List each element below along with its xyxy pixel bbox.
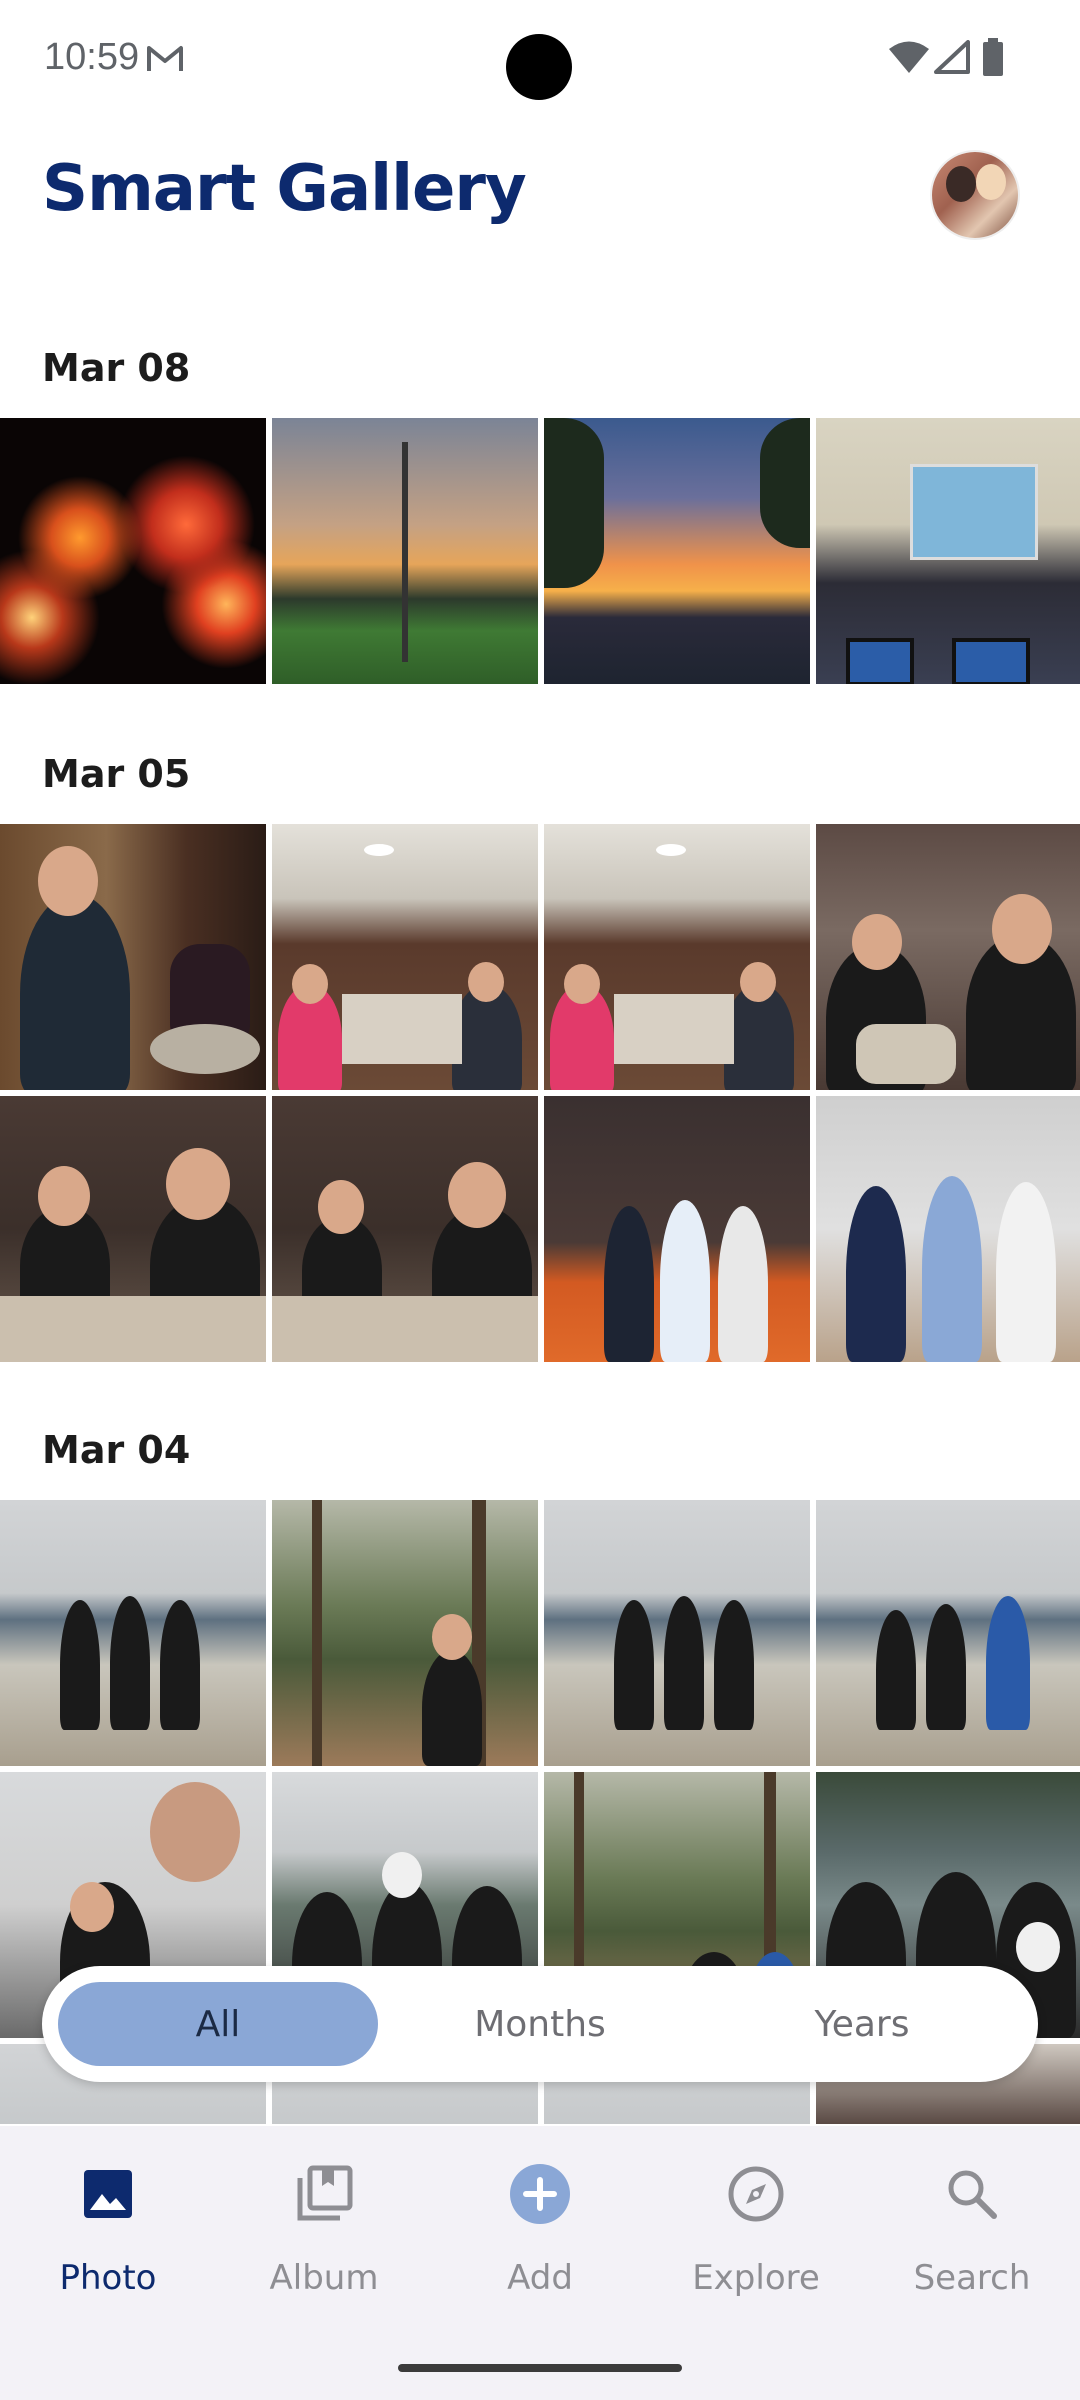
photo-thumbnail[interactable] xyxy=(816,1096,1080,1362)
photo-thumbnail[interactable] xyxy=(0,418,266,684)
nav-item-album[interactable]: Album xyxy=(216,2152,432,2302)
photo-thumbnail[interactable] xyxy=(544,824,810,1090)
status-bar: 10:59 xyxy=(0,0,1080,120)
wifi-icon xyxy=(889,41,929,73)
photo-thumbnail[interactable] xyxy=(816,418,1080,684)
filter-years-button[interactable]: Years xyxy=(702,1982,1022,2066)
photo-thumbnail[interactable] xyxy=(272,1096,538,1362)
nav-item-photo[interactable]: Photo xyxy=(0,2152,216,2302)
photo-thumbnail[interactable] xyxy=(272,824,538,1090)
battery-icon xyxy=(983,38,1003,76)
photo-icon xyxy=(84,2170,132,2218)
photo-thumbnail[interactable] xyxy=(0,824,266,1090)
nav-label: Search xyxy=(913,2258,1031,2298)
status-time: 10:59 xyxy=(44,36,140,78)
nav-label: Add xyxy=(507,2258,573,2298)
photo-thumbnail[interactable] xyxy=(544,418,810,684)
photo-thumbnail[interactable] xyxy=(0,1096,266,1362)
home-indicator[interactable] xyxy=(398,2364,682,2372)
photo-thumbnail[interactable] xyxy=(816,824,1080,1090)
nav-label: Explore xyxy=(692,2258,820,2298)
add-icon xyxy=(510,2164,570,2224)
nav-item-explore[interactable]: Explore xyxy=(648,2152,864,2302)
app-title: Smart Gallery xyxy=(42,152,527,226)
search-icon xyxy=(948,2170,997,2219)
photo-thumbnail[interactable] xyxy=(0,1500,266,1766)
view-filter-segmented-control: All Months Years xyxy=(42,1966,1038,2082)
filter-all-button[interactable]: All xyxy=(58,1982,378,2066)
profile-avatar[interactable] xyxy=(932,152,1018,238)
avatar-figure xyxy=(946,166,976,202)
photo-thumbnail[interactable] xyxy=(272,1500,538,1766)
nav-label: Album xyxy=(269,2258,379,2298)
date-header: Mar 04 xyxy=(42,1428,191,1472)
photo-thumbnail[interactable] xyxy=(272,418,538,684)
nav-item-search[interactable]: Search xyxy=(864,2152,1080,2302)
camera-cutout xyxy=(506,34,572,100)
compass-icon xyxy=(728,2166,784,2222)
date-header: Mar 05 xyxy=(42,752,191,796)
album-icon xyxy=(297,2165,353,2221)
photo-thumbnail[interactable] xyxy=(544,1500,810,1766)
date-header: Mar 08 xyxy=(42,346,191,390)
signal-icon xyxy=(934,40,970,74)
photo-thumbnail[interactable] xyxy=(544,1096,810,1362)
mail-icon xyxy=(147,46,183,71)
filter-months-button[interactable]: Months xyxy=(380,1982,700,2066)
photo-thumbnail[interactable] xyxy=(816,1500,1080,1766)
nav-item-add[interactable]: Add xyxy=(432,2152,648,2302)
nav-label: Photo xyxy=(59,2258,157,2298)
avatar-figure xyxy=(976,164,1006,200)
